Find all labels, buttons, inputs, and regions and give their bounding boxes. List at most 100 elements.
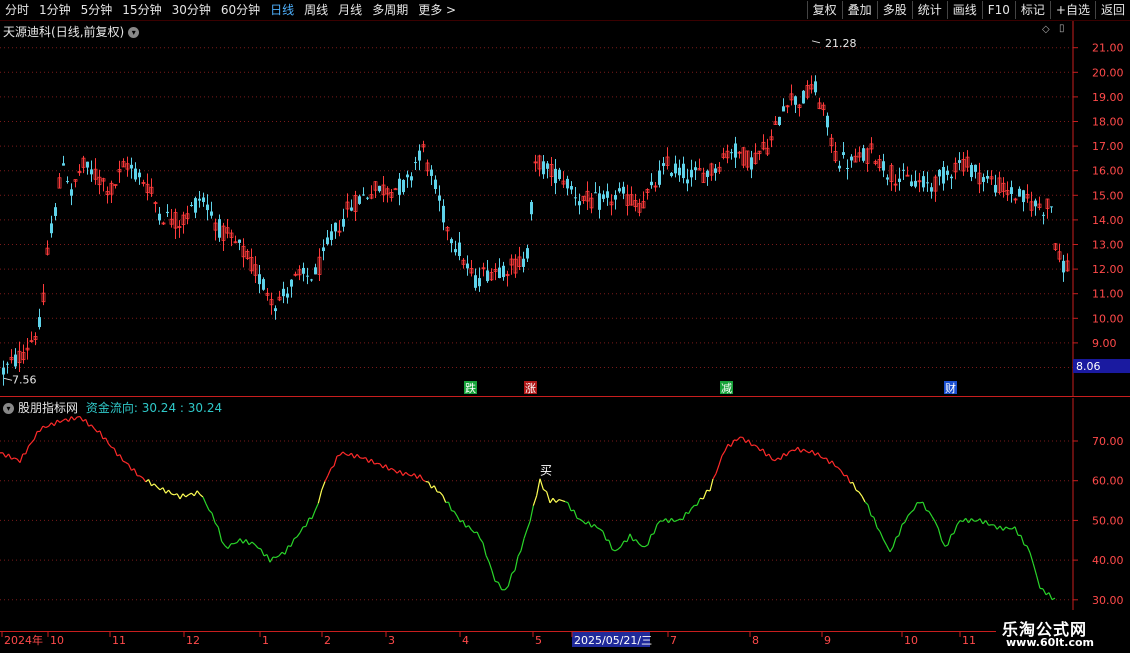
fund-flow-segment — [386, 465, 389, 471]
fund-flow-segment — [847, 475, 850, 483]
fund-flow-segment — [371, 459, 374, 464]
fund-flow-segment — [957, 521, 960, 525]
fund-flow-segment — [180, 494, 183, 499]
candle-body — [138, 173, 141, 178]
fund-flow-segment — [215, 523, 218, 528]
fund-flow-segment — [594, 524, 597, 527]
fund-flow-segment — [209, 510, 212, 513]
candle-body — [658, 171, 661, 185]
panel-layout-icon[interactable]: ▯ — [1059, 23, 1065, 34]
candle-body — [842, 152, 845, 155]
fund-flow-segment — [420, 475, 423, 480]
fund-flow-segment — [46, 426, 49, 427]
fund-flow-segment — [636, 540, 639, 544]
fund-flow-segment — [194, 491, 197, 496]
fund-flow-segment — [691, 505, 694, 508]
fund-flow-segment — [838, 467, 841, 470]
fund-flow-segment — [228, 544, 231, 549]
candle-body — [606, 191, 609, 197]
chevron-down-icon[interactable]: ▾ — [3, 403, 14, 414]
period-tab-3[interactable]: 15分钟 — [117, 0, 166, 20]
toolbar-button-7[interactable]: +自选 — [1050, 1, 1095, 19]
toolbar-button-6[interactable]: 标记 — [1015, 1, 1050, 19]
candle-body — [578, 201, 581, 205]
period-tab-1[interactable]: 1分钟 — [34, 0, 76, 20]
candle-body — [598, 193, 601, 209]
fund-flow-segment — [1006, 527, 1009, 529]
fund-flow-segment — [1015, 527, 1018, 535]
period-tab-5[interactable]: 60分钟 — [216, 0, 265, 20]
fund-flow-segment — [674, 520, 677, 521]
fund-flow-segment — [169, 490, 172, 494]
stock-title: 天源迪科(日线,前复权)▾ — [3, 23, 139, 40]
fund-flow-segment — [218, 527, 221, 541]
candle-body — [90, 169, 93, 174]
indicator-panel[interactable]: 70.0060.0050.0040.0030.00买 ▾股朋指标网 资金流向: … — [0, 398, 1130, 630]
candle-body — [846, 168, 849, 169]
fund-flow-segment — [328, 468, 331, 475]
low-price-label: 7.56 — [12, 373, 37, 386]
fund-flow-segment — [315, 503, 318, 511]
candle-body — [938, 170, 941, 177]
candle-body — [458, 243, 461, 256]
indicator-chart[interactable]: 70.0060.0050.0040.0030.00买 — [0, 398, 1130, 630]
fund-flow-segment — [877, 528, 880, 532]
chevron-down-icon[interactable]: ▾ — [128, 27, 139, 38]
fund-flow-segment — [29, 443, 32, 446]
toolbar-button-0[interactable]: 复权 — [807, 1, 842, 19]
fund-flow-segment — [722, 451, 725, 456]
candle-body — [670, 173, 673, 176]
period-tab-6[interactable]: 日线 — [265, 0, 299, 20]
toolbar-button-4[interactable]: 画线 — [947, 1, 982, 19]
candle-body — [358, 196, 361, 204]
candle-body — [570, 186, 573, 190]
diamond-icon[interactable]: ◇ — [1042, 24, 1050, 35]
fund-flow-segment — [486, 555, 489, 562]
fund-flow-segment — [80, 417, 83, 422]
fund-flow-segment — [91, 425, 94, 429]
fund-flow-segment — [197, 491, 200, 495]
event-marker-label: 财 — [945, 381, 956, 395]
candle-body — [926, 182, 929, 183]
candle-body — [734, 143, 737, 157]
fund-flow-segment — [9, 454, 12, 459]
toolbar-button-2[interactable]: 多股 — [877, 1, 912, 19]
high-price-label: 21.28 — [825, 37, 857, 50]
fund-flow-segment — [786, 452, 789, 456]
candle-body — [1062, 261, 1065, 273]
candle-body — [530, 202, 533, 214]
fund-flow-segment — [414, 474, 417, 479]
toolbar-button-8[interactable]: 返回 — [1095, 1, 1130, 19]
watermark-logo: 乐淘公式网 www.60lt.com — [996, 610, 1130, 650]
period-tab-10[interactable]: 更多 > — [413, 0, 461, 20]
date-label: 8 — [752, 634, 759, 647]
fund-flow-segment — [457, 516, 460, 522]
date-label: 10 — [904, 634, 918, 647]
period-tab-2[interactable]: 5分钟 — [76, 0, 118, 20]
toolbar-button-5[interactable]: F10 — [982, 1, 1015, 19]
period-tab-7[interactable]: 周线 — [299, 0, 333, 20]
candle-body — [206, 205, 209, 210]
fund-flow-segment — [306, 518, 309, 526]
period-tab-4[interactable]: 30分钟 — [167, 0, 216, 20]
candle-body — [302, 268, 305, 274]
period-tab-8[interactable]: 月线 — [333, 0, 367, 20]
fund-flow-segment — [151, 484, 154, 486]
fund-flow-segment — [550, 498, 553, 503]
fund-flow-segment — [899, 524, 902, 535]
candle-body — [950, 177, 953, 178]
period-tab-0[interactable]: 分时 — [0, 0, 34, 20]
kline-panel[interactable]: 21.0020.0019.0018.0017.0016.0015.0014.00… — [0, 21, 1130, 397]
fund-flow-segment — [206, 504, 209, 510]
fund-flow-segment — [71, 417, 74, 421]
candle-body — [614, 195, 617, 200]
period-tab-9[interactable]: 多周期 — [367, 0, 413, 20]
toolbar-button-3[interactable]: 统计 — [912, 1, 947, 19]
fund-flow-segment — [818, 453, 821, 457]
candle-body — [2, 368, 5, 375]
fund-flow-segment — [492, 571, 495, 581]
fund-flow-segment — [589, 522, 592, 528]
fund-flow-segment — [530, 506, 533, 522]
toolbar-button-1[interactable]: 叠加 — [842, 1, 877, 19]
kline-chart[interactable]: 21.0020.0019.0018.0017.0016.0015.0014.00… — [0, 21, 1130, 397]
